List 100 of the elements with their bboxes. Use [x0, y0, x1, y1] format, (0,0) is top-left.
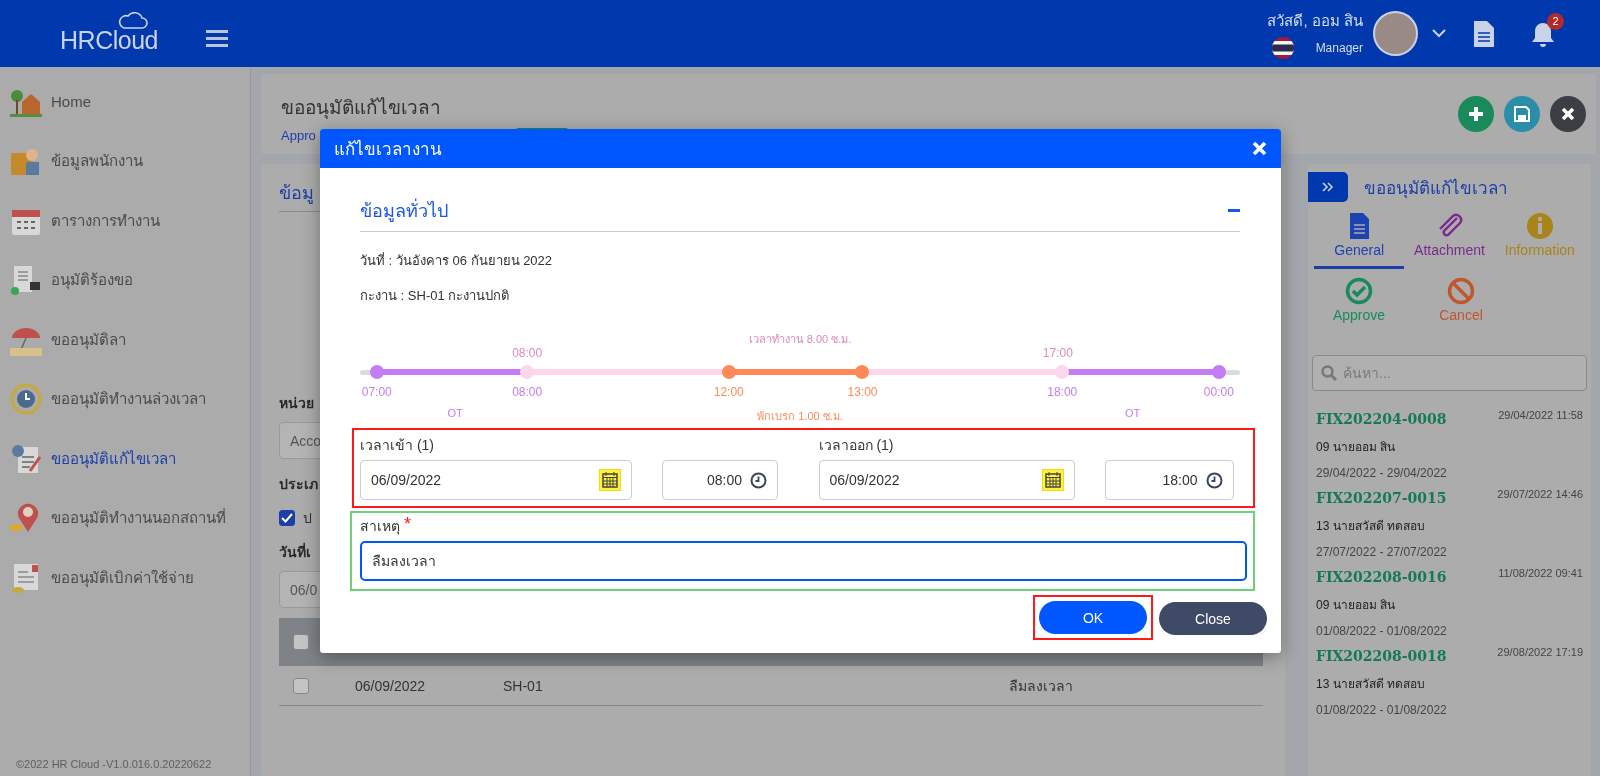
cloud-icon	[118, 12, 148, 30]
timeline-point	[721, 365, 736, 379]
date-range: 01/08/2022 - 01/08/2022	[1316, 624, 1448, 638]
field-label: ประเภ	[279, 475, 318, 494]
close-icon	[1561, 107, 1575, 121]
info-icon	[1525, 212, 1554, 240]
section-title: ข้อมูลทั่วไป	[360, 196, 448, 225]
checkbox-label: ป	[303, 509, 312, 528]
timeline-point	[520, 365, 535, 379]
document-icon[interactable]	[1474, 20, 1494, 47]
table-cell-text: ลืมลงเวลา	[1009, 676, 1073, 696]
overtime-icon	[10, 383, 42, 416]
field-label: หน่วย	[279, 394, 314, 413]
logo[interactable]: HRCloud	[48, 12, 158, 55]
sidebar-item[interactable]: ข้อมูลพนักงาน	[0, 131, 250, 191]
request-item[interactable]: FIX202207-0015 29/07/2022 14:46 13 นายสวัสดี ทดสอบ 27/07/2022 - 27/07/2022	[1308, 488, 1591, 559]
request-timestamp: 29/04/2022 11:58	[1498, 409, 1583, 421]
work-hours-label: เวลาทำงาน 8.00 ซ.ม.	[748, 332, 852, 347]
user-role: Manager	[1315, 40, 1363, 55]
copyright-text: ©2022 HR Cloud -V1.0.016.0.20220622	[15, 758, 213, 772]
save-button[interactable]	[1504, 96, 1540, 132]
timeline-point	[855, 365, 870, 379]
required-mark: *	[404, 515, 411, 533]
period-label: OT	[1125, 407, 1141, 419]
save-icon	[1514, 106, 1530, 122]
table-cell-text: SH-01	[503, 677, 544, 694]
close-button[interactable]: Close	[1159, 602, 1267, 635]
plus-icon	[1468, 106, 1484, 122]
checkbox[interactable]	[279, 510, 295, 526]
sidebar-item[interactable]: Home	[0, 72, 250, 132]
sidebar-item[interactable]: ขออนุมัติทำงานนอกสถานที่	[0, 488, 250, 548]
ok-button[interactable]: OK	[1039, 601, 1147, 634]
clock-icon[interactable]	[750, 471, 767, 489]
field-label: สาเหตุ	[360, 517, 400, 537]
table-cell-text: 06/09/2022	[355, 677, 427, 694]
time-label: 08:00	[512, 385, 543, 399]
breadcrumb-link[interactable]: Appro	[281, 128, 316, 143]
check-circle-icon	[1345, 277, 1373, 305]
shift-time-label: 08:00	[512, 346, 543, 360]
tab[interactable]: Attachment	[1404, 212, 1495, 269]
flag-icon[interactable]	[1271, 36, 1294, 59]
request-code: FIX202208-0016	[1316, 569, 1447, 585]
close-button[interactable]	[1550, 96, 1586, 132]
close-icon[interactable]	[1252, 141, 1267, 156]
date-field[interactable]: 06/09/2022	[360, 460, 632, 500]
time-label: 00:00	[1203, 385, 1234, 399]
page-title: ขออนุมัติแก้ไขเวลา	[281, 96, 442, 121]
panel-title: ขออนุมัติแก้ไขเวลา	[1364, 177, 1508, 201]
sidebar-item[interactable]: ขออนุมัติแก้ไขเวลา	[0, 429, 250, 489]
time-label: 18:00	[1047, 385, 1078, 399]
sidebar-item[interactable]: ตารางการทำงาน	[0, 191, 250, 251]
checkbox[interactable]	[293, 634, 309, 650]
add-button[interactable]	[1458, 96, 1494, 132]
date-range: 29/04/2022 - 29/04/2022	[1316, 466, 1448, 480]
chevron-down-icon[interactable]	[1432, 29, 1446, 38]
collapse-button[interactable]	[1308, 172, 1348, 202]
sidebar-item[interactable]: ขออนุมัติเบิกค่าใช้จ่าย	[0, 548, 250, 608]
dialog-title: แก้ไขเวลางาน	[334, 138, 442, 161]
reason-field[interactable]: ลืมลงเวลา	[360, 541, 1247, 581]
sidebar-item[interactable]: อนุมัติร้องขอ	[0, 250, 250, 310]
request-item[interactable]: FIX202208-0016 11/08/2022 09:41 09 นายออม สิน 01/08/2022 - 01/08/2022	[1308, 567, 1591, 638]
employee-name: 09 นายออม สิน	[1316, 597, 1396, 614]
ban-icon	[1447, 277, 1475, 305]
date-range: 27/07/2022 - 27/07/2022	[1316, 545, 1448, 559]
sidebar-item[interactable]: ขออนุมัติทำงานล่วงเวลา	[0, 369, 250, 429]
avatar[interactable]	[1373, 11, 1418, 56]
request-timestamp: 11/08/2022 09:41	[1498, 567, 1583, 579]
date-text: วันที่ : วันอังคาร 06 กันยายน 2022	[360, 251, 554, 270]
employee-name: 09 นายออม สิน	[1316, 439, 1396, 456]
timeline-point	[369, 365, 384, 379]
clock-icon[interactable]	[1205, 471, 1223, 489]
calendar-icon[interactable]	[599, 469, 621, 491]
calendar-icon[interactable]	[1041, 469, 1064, 491]
request-item[interactable]: FIX202208-0018 29/08/2022 17:19 13 นายสวัสดี ทดสอบ 01/08/2022 - 01/08/2022	[1308, 646, 1591, 717]
sidebar-item[interactable]: ขออนุมัติลา	[0, 310, 250, 370]
cancel-button[interactable]: Cancel	[1416, 277, 1506, 323]
time-field[interactable]: 08:00	[662, 460, 778, 500]
shift-text: กะงาน : SH-01 กะงานปกติ	[360, 287, 511, 305]
period-label: OT	[447, 407, 463, 419]
request-code: FIX202208-0018	[1316, 648, 1447, 664]
employee-name: 13 นายสวัสดี ทดสอบ	[1316, 676, 1426, 693]
request-timestamp: 29/07/2022 14:46	[1497, 488, 1583, 500]
timeline-point	[1055, 365, 1070, 379]
checkbox[interactable]	[293, 677, 309, 694]
request-item[interactable]: FIX202204-0008 29/04/2022 11:58 09 นายออม สิน 29/04/2022 - 29/04/2022	[1308, 409, 1591, 480]
timefix-icon	[10, 442, 42, 475]
notification-badge: 2	[1547, 12, 1564, 30]
field-label: เวลาเข้า (1)	[360, 436, 435, 455]
collapse-icon[interactable]	[1228, 208, 1240, 213]
date-field[interactable]: 06/09/2022	[818, 460, 1075, 500]
date-range: 01/08/2022 - 01/08/2022	[1316, 703, 1448, 717]
approval-icon	[10, 264, 42, 297]
shift-time-label: 17:00	[1042, 346, 1073, 360]
time-field[interactable]: 18:00	[1104, 460, 1234, 500]
time-label: 13:00	[847, 385, 878, 399]
double-chevron-icon	[1322, 182, 1334, 192]
field-label: เวลาออก (1)	[818, 436, 895, 455]
menu-icon[interactable]	[206, 28, 228, 47]
tab[interactable]: General	[1314, 212, 1405, 269]
request-timestamp: 29/08/2022 17:19	[1497, 646, 1583, 658]
